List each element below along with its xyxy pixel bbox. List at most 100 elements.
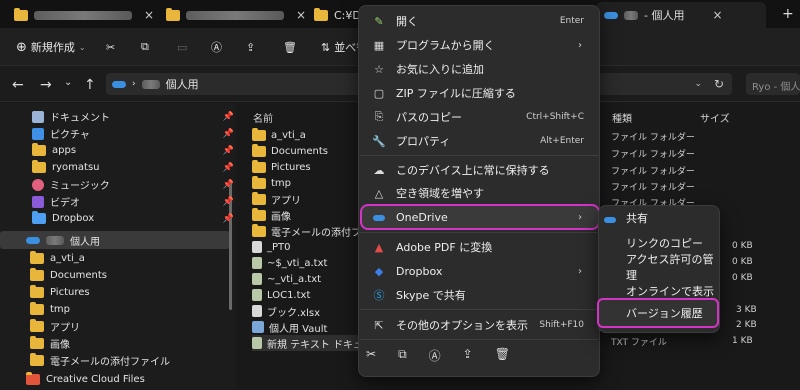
file-row[interactable]: ブック.xlsx: [252, 303, 320, 319]
sidebar-item-dropbox[interactable]: Dropbox 📌: [32, 210, 246, 227]
submenu-item-share[interactable]: 共有: [604, 207, 716, 229]
rename-icon[interactable]: Ⓐ: [429, 347, 441, 364]
rename-button[interactable]: Ⓐ: [211, 38, 222, 56]
zip-icon: ▢: [373, 86, 385, 100]
file-name: 画像: [271, 211, 291, 223]
forward-button[interactable]: →: [40, 77, 52, 93]
open-with-icon: ▦: [373, 38, 385, 52]
sidebar-item-images[interactable]: 画像: [30, 335, 244, 352]
sidebar-item-onedrive-personal[interactable]: 個人用: [26, 232, 240, 249]
copy-button[interactable]: ⧉: [141, 38, 149, 56]
file-name: Pictures: [271, 161, 311, 173]
menu-item-dropbox[interactable]: ◆ Dropbox ›: [366, 260, 592, 282]
file-row[interactable]: 画像: [252, 207, 291, 223]
menu-item-add-favorite[interactable]: ☆ お気に入りに追加: [366, 58, 592, 80]
chevron-down-icon[interactable]: ⌄: [694, 79, 702, 89]
scissors-icon[interactable]: ✂: [366, 347, 376, 364]
sidebar-item-a-vti-a[interactable]: a_vti_a: [30, 250, 244, 267]
sidebar-item-documents-od[interactable]: Documents: [30, 267, 244, 284]
refresh-icon[interactable]: ↻: [714, 77, 724, 91]
close-icon[interactable]: ×: [144, 8, 154, 22]
sidebar-item-ryomatsu[interactable]: ryomatsu 📌: [32, 159, 246, 176]
file-row[interactable]: Pictures: [252, 159, 311, 175]
menu-item-skype-share[interactable]: Ⓢ Skype で共有: [366, 284, 592, 306]
search-input[interactable]: Ryo - 個人用: [746, 73, 800, 95]
submenu-item-version-history[interactable]: バージョン履歴: [604, 302, 716, 324]
pin-icon: 📌: [222, 145, 234, 156]
menu-item-open[interactable]: ✎ 開く Enter: [366, 10, 592, 32]
up-button[interactable]: ↑: [84, 77, 96, 93]
sidebar-item-apps[interactable]: apps 📌: [32, 142, 246, 159]
file-row[interactable]: tmp: [252, 175, 291, 191]
submenu-item-manage-access[interactable]: アクセス許可の管理: [604, 253, 716, 282]
back-button[interactable]: ←: [12, 77, 24, 93]
menu-item-onedrive[interactable]: OneDrive ›: [366, 206, 592, 228]
type-cell: TXT ファイル: [611, 338, 667, 348]
sidebar-item-pictures-od[interactable]: Pictures: [30, 284, 244, 301]
menu-item-more-options[interactable]: ⇱ その他のオプションを表示 Shift+F10: [366, 314, 592, 336]
close-icon[interactable]: ×: [296, 8, 306, 22]
tab-1[interactable]: ×: [6, 2, 162, 28]
menu-item-label: 開く: [396, 15, 418, 28]
free-space-icon: △: [374, 186, 384, 200]
sidebar-item-videos[interactable]: ビデオ 📌: [32, 193, 246, 210]
skype-icon: Ⓢ: [373, 289, 385, 302]
recent-dropdown-button[interactable]: ⌄: [64, 77, 72, 88]
menu-item-open-with[interactable]: ▦ プログラムから開く ›: [366, 34, 592, 56]
delete-button[interactable]: 🗑: [283, 38, 297, 56]
file-row[interactable]: _PT0: [252, 239, 291, 255]
menu-item-label: プログラムから開く: [396, 39, 495, 52]
file-row[interactable]: ~$_vti_a.txt: [252, 255, 327, 271]
share-icon: ⇪: [246, 40, 256, 54]
share-icon[interactable]: ⇪: [463, 347, 473, 364]
menu-item-copy-path[interactable]: ⎘ パスのコピー Ctrl+Shift+C: [366, 106, 592, 128]
trash-icon[interactable]: 🗑: [495, 347, 510, 364]
menu-item-free-space[interactable]: △ 空き領域を増やす: [366, 182, 592, 204]
menu-item-label: 空き領域を増やす: [396, 187, 484, 200]
new-button[interactable]: ⊕ 新規作成 ⌄: [16, 38, 86, 56]
redacted-tab-title: [34, 10, 132, 20]
menu-item-compress-zip[interactable]: ▢ ZIP ファイルに圧縮する: [366, 82, 592, 104]
shortcut-label: Shift+F10: [539, 320, 584, 330]
file-row-selected[interactable]: 新規 テキスト ドキュメント.txt: [252, 335, 358, 351]
column-header-type[interactable]: 種類: [612, 110, 632, 125]
sidebar-item-creative-cloud[interactable]: Creative Cloud Files: [26, 371, 240, 388]
sidebar-item-label: ryomatsu: [52, 162, 100, 173]
sidebar-item-documents[interactable]: ドキュメント 📌: [32, 108, 246, 125]
tab-4-active[interactable]: - 個人用 ×: [596, 2, 766, 28]
close-icon[interactable]: ×: [712, 8, 722, 22]
column-header-size[interactable]: サイズ: [700, 110, 730, 125]
file-name: Documents: [271, 145, 329, 157]
size-cell: 0 KB: [732, 273, 753, 283]
menu-item-properties[interactable]: 🔧 プロパティ Alt+Enter: [366, 130, 592, 152]
sidebar-item-tmp[interactable]: tmp: [30, 301, 244, 318]
scissors-icon: ✂: [106, 40, 116, 54]
folder-icon: [252, 127, 266, 141]
file-row[interactable]: a_vti_a: [252, 127, 306, 143]
new-tab-button[interactable]: +: [782, 6, 794, 22]
menu-separator: [360, 155, 598, 156]
text-file-icon: [252, 257, 262, 269]
file-row[interactable]: Documents: [252, 143, 328, 159]
onedrive-icon: [370, 211, 388, 224]
tab-2[interactable]: ×: [158, 2, 314, 28]
file-name: _PT0: [267, 241, 291, 253]
menu-item-convert-pdf[interactable]: ▲ Adobe PDF に変換: [366, 236, 592, 258]
folder-icon: [252, 207, 266, 221]
sidebar-item-email-attachments[interactable]: 電子メールの添付ファイル: [30, 352, 244, 369]
file-row[interactable]: ~_vti_a.txt: [252, 271, 321, 287]
column-header-name[interactable]: 名前: [253, 110, 273, 125]
file-row[interactable]: アプリ: [252, 191, 301, 207]
sidebar-item-pictures[interactable]: ピクチャ 📌: [32, 125, 246, 142]
copy-icon[interactable]: ⧉: [398, 347, 407, 364]
open-icon: ✎: [374, 14, 384, 28]
menu-item-keep-on-device[interactable]: ☁ このデバイス上に常に保持する: [366, 159, 592, 181]
sidebar-item-music[interactable]: ミュージック 📌: [32, 176, 246, 193]
text-file-icon: [252, 273, 262, 285]
file-row[interactable]: 個人用 Vault: [252, 319, 327, 335]
cut-button[interactable]: ✂: [106, 38, 115, 56]
sidebar-item-apps-od[interactable]: アプリ: [30, 318, 244, 335]
paste-button[interactable]: ▭: [177, 38, 187, 56]
file-row[interactable]: LOC1.txt: [252, 287, 310, 303]
share-button[interactable]: ⇪: [246, 38, 255, 56]
